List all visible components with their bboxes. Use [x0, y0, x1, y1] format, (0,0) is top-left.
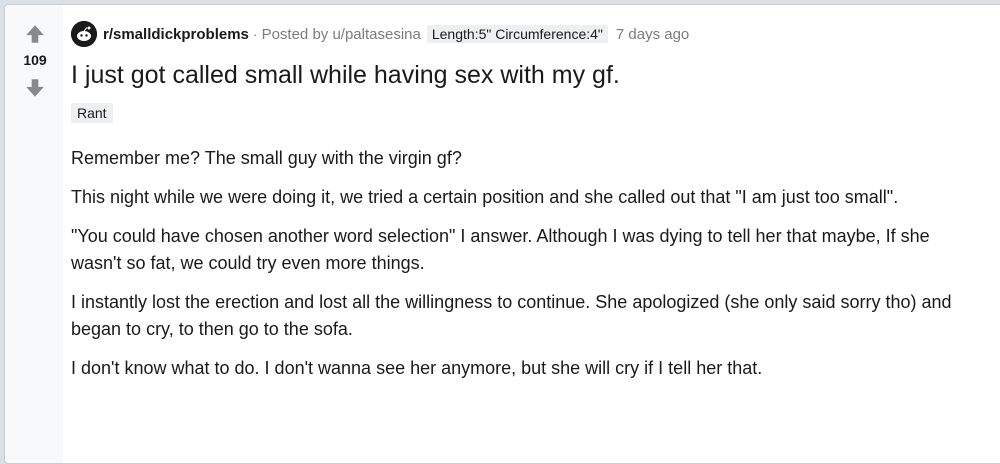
post-flair[interactable]: Rant	[71, 103, 113, 123]
body-paragraph: I instantly lost the erection and lost a…	[71, 292, 952, 339]
body-paragraph: Remember me? The small guy with the virg…	[71, 148, 462, 168]
posted-by-link[interactable]: Posted by u/paltasesina	[262, 26, 421, 43]
vote-count: 109	[23, 52, 47, 68]
post-card: 109 r/smalldickproblems · Posted by u/pa…	[4, 4, 1000, 464]
body-paragraph: I don't know what to do. I don't wanna s…	[71, 358, 763, 378]
downvote-button[interactable]	[24, 77, 46, 99]
post-body: Remember me? The small guy with the virg…	[71, 145, 981, 394]
separator-dot: ·	[252, 26, 258, 42]
post-timestamp[interactable]: 7 days ago	[616, 26, 689, 43]
body-paragraph: "You could have chosen another word sele…	[71, 226, 930, 273]
post-title[interactable]: I just got called small while having sex…	[71, 61, 620, 90]
subreddit-avatar-icon[interactable]	[71, 21, 97, 47]
vote-column: 109	[5, 5, 63, 463]
post-header: r/smalldickproblems · Posted by u/paltas…	[71, 19, 689, 49]
subreddit-link[interactable]: r/smalldickproblems	[103, 26, 249, 43]
body-paragraph: This night while we were doing it, we tr…	[71, 187, 899, 207]
user-flair: Length:5" Circumference:4"	[426, 25, 608, 43]
upvote-button[interactable]	[24, 23, 46, 45]
